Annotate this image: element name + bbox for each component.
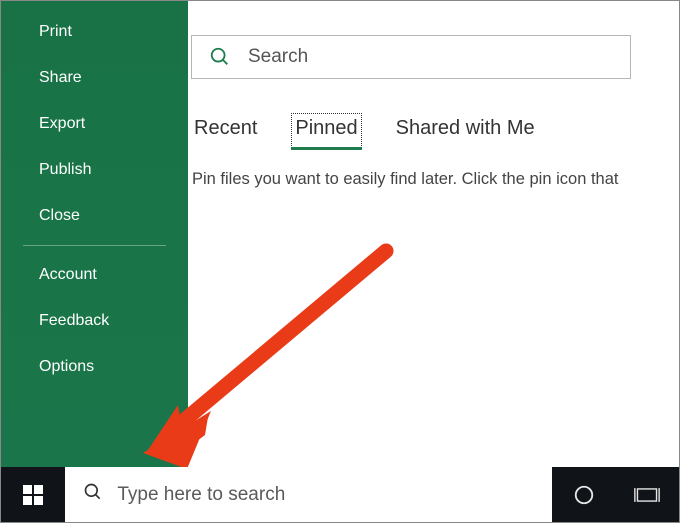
search-wrap: Search bbox=[188, 35, 679, 79]
search-box[interactable]: Search bbox=[191, 35, 631, 79]
tab-pinned[interactable]: Pinned bbox=[293, 115, 359, 148]
sidebar-item-close[interactable]: Close bbox=[1, 193, 188, 239]
search-icon bbox=[83, 482, 103, 507]
sidebar-divider bbox=[23, 245, 166, 246]
search-icon bbox=[192, 46, 248, 68]
sidebar-group-file: Print Share Export Publish Close bbox=[1, 9, 188, 239]
sidebar-item-export[interactable]: Export bbox=[1, 101, 188, 147]
taskbar-search-placeholder: Type here to search bbox=[117, 484, 285, 506]
windows-logo-icon bbox=[23, 485, 43, 505]
app-area: Print Share Export Publish Close Account… bbox=[1, 1, 679, 468]
cortana-button[interactable] bbox=[552, 467, 615, 522]
backstage-content: Search Recent Pinned Shared with Me Pin … bbox=[188, 1, 679, 468]
windows-taskbar: Type here to search bbox=[1, 467, 679, 522]
tab-recent[interactable]: Recent bbox=[192, 115, 259, 148]
start-button[interactable] bbox=[1, 467, 65, 522]
sidebar-item-feedback[interactable]: Feedback bbox=[1, 298, 188, 344]
sidebar-item-print[interactable]: Print bbox=[1, 9, 188, 55]
task-view-button[interactable] bbox=[616, 467, 679, 522]
backstage-sidebar: Print Share Export Publish Close Account… bbox=[1, 1, 188, 468]
sidebar-item-account[interactable]: Account bbox=[1, 252, 188, 298]
taskbar-search-box[interactable]: Type here to search bbox=[65, 467, 552, 522]
sidebar-item-options[interactable]: Options bbox=[1, 344, 188, 390]
screenshot-frame: Print Share Export Publish Close Account… bbox=[0, 0, 680, 523]
sidebar-item-share[interactable]: Share bbox=[1, 55, 188, 101]
open-tabs: Recent Pinned Shared with Me bbox=[192, 115, 679, 148]
tab-shared-with-me[interactable]: Shared with Me bbox=[394, 115, 537, 148]
sidebar-group-account: Account Feedback Options bbox=[1, 252, 188, 390]
task-view-icon bbox=[634, 484, 660, 506]
cortana-circle-icon bbox=[573, 484, 595, 506]
search-placeholder: Search bbox=[248, 46, 308, 68]
sidebar-item-publish[interactable]: Publish bbox=[1, 147, 188, 193]
pinned-hint-text: Pin files you want to easily find later.… bbox=[192, 170, 679, 189]
